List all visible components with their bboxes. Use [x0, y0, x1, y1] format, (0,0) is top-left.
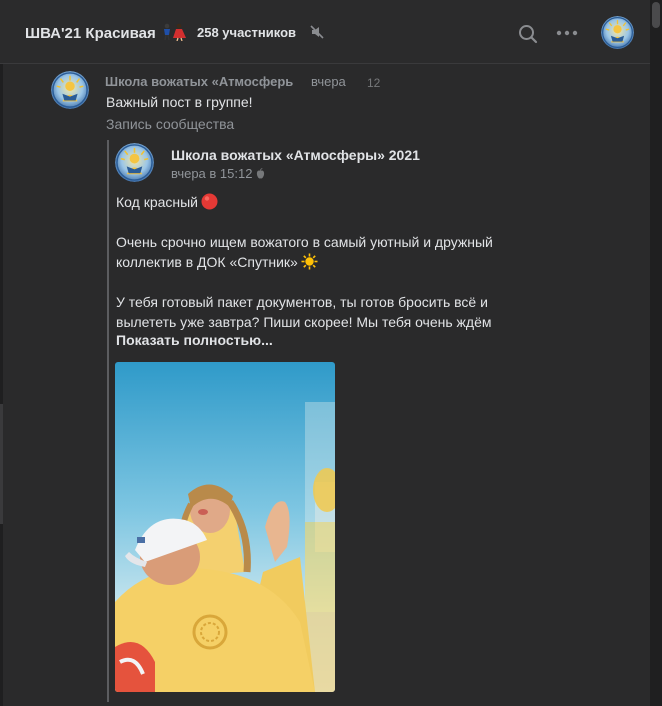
chat-title[interactable]: ШВА'21 Красивая	[25, 23, 188, 42]
sender-name[interactable]: Школа вожатых «Атмосферь	[105, 74, 293, 89]
scrollbar-thumb[interactable]	[652, 2, 660, 28]
chat-header: ШВА'21 Красивая 258 участников	[0, 0, 650, 64]
dancers-emoji	[163, 23, 186, 41]
post-time[interactable]: вчера в 15:12	[171, 166, 265, 181]
show-more-link[interactable]: Показать полностью...	[116, 332, 273, 348]
scrollbar[interactable]	[650, 0, 662, 706]
message-time[interactable]: вчера	[311, 74, 346, 89]
search-icon[interactable]	[518, 24, 538, 44]
school-logo-icon	[601, 16, 634, 49]
school-logo-icon	[51, 71, 89, 109]
message-text: Важный пост в группе!	[106, 94, 253, 110]
red-circle-icon	[201, 193, 218, 210]
post-line-2: Очень срочно ищем вожатого в самый уютны…	[116, 234, 493, 270]
post-author[interactable]: Школа вожатых «Атмосферы» 2021	[171, 147, 420, 163]
repost-bar	[107, 140, 109, 702]
post-body: Код красный Очень срочно ищем вожатого в…	[116, 192, 526, 332]
photo-image	[115, 362, 335, 692]
post-photo[interactable]	[115, 362, 335, 692]
community-post-label: Запись сообщества	[106, 116, 235, 132]
message-views: 12	[367, 76, 381, 90]
left-panel-edge	[0, 64, 3, 706]
members-count[interactable]: 258 участников	[197, 25, 296, 40]
apple-icon	[257, 168, 265, 179]
post-author-avatar[interactable]	[115, 143, 154, 182]
post-line-3: У тебя готовый пакет документов, ты гото…	[116, 294, 492, 330]
mute-icon[interactable]	[309, 24, 325, 40]
chat-avatar[interactable]	[601, 16, 634, 49]
more-icon[interactable]	[556, 25, 578, 41]
sender-avatar[interactable]	[51, 71, 89, 109]
sun-icon	[301, 253, 318, 270]
school-logo-icon	[115, 143, 154, 182]
post-line-1: Код красный	[116, 192, 526, 212]
